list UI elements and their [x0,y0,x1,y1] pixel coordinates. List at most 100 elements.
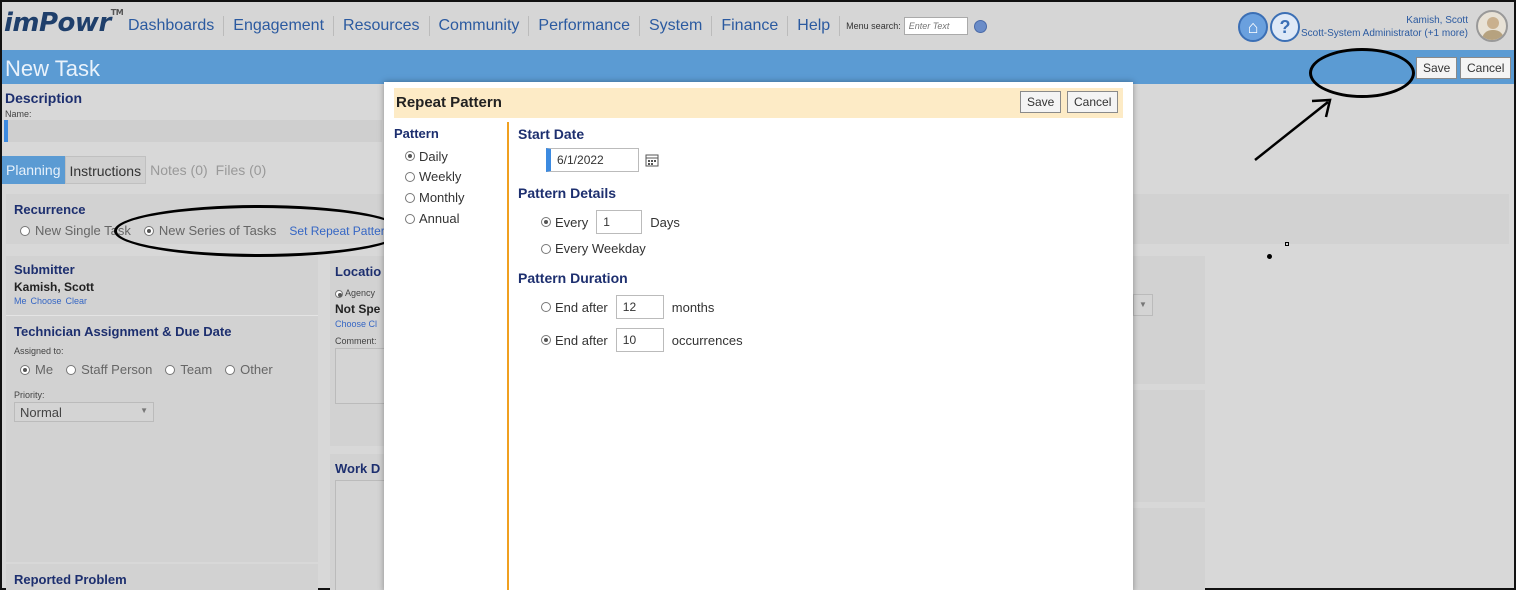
location-choose-link[interactable]: Choose Cl [335,319,377,329]
form-tabs: Planning Instructions Notes (0) Files (0… [2,156,270,184]
pattern-duration-heading: Pattern Duration [518,270,628,286]
every-days-input[interactable]: 1 [596,210,643,234]
radio-assign-staff[interactable] [66,364,77,375]
menu-search-label: Menu search: [846,21,901,31]
end-after-months-input[interactable]: 12 [615,295,664,319]
chevron-down-icon[interactable]: ▼ [1133,294,1153,316]
start-date-input[interactable]: 6/1/2022 [546,148,639,172]
submitter-name: Kamish, Scott [14,280,95,294]
tab-planning[interactable]: Planning [2,156,65,184]
months-label: months [671,299,715,315]
right-panel-1 [1133,256,1205,384]
tab-instructions[interactable]: Instructions [64,156,147,184]
modal-save-button[interactable]: Save [1020,91,1062,113]
save-button[interactable]: Save [1416,57,1458,79]
end-after-months-row: End after 12 months [541,295,714,319]
radio-end-after-months[interactable] [541,302,551,312]
annotation-arrow-icon [1254,98,1332,161]
page-title: New Task [5,56,100,81]
reported-problem-heading: Reported Problem [14,572,127,587]
pattern-details-heading: Pattern Details [518,185,617,201]
name-input[interactable] [4,120,382,142]
location-heading: Locatio [335,264,382,279]
nav-engagement[interactable]: Engagement [224,16,335,36]
assign-me-label: Me [35,362,54,377]
submitter-choose-link[interactable]: Choose [31,296,62,306]
description-heading: Description [5,90,83,106]
every-days-row: Every 1 Days [541,210,680,234]
pattern-options: Daily Weekly Monthly Annual [405,146,465,229]
recurrence-panel-right [1133,194,1509,244]
every-weekday-row[interactable]: Every Weekday [541,241,646,256]
right-panel-2 [1133,390,1205,502]
start-date-heading: Start Date [518,126,585,142]
priority-select[interactable]: Normal ▼ [14,402,154,422]
nav-system[interactable]: System [640,16,713,36]
submitter-heading: Submitter [14,262,75,277]
assigned-to-label: Assigned to: [14,346,64,356]
main-nav: Dashboards Engagement Resources Communit… [126,16,987,36]
pattern-monthly[interactable]: Monthly [405,187,465,208]
radio-annual[interactable] [405,213,415,224]
every-weekday-label: Every Weekday [555,241,646,256]
radio-assign-team[interactable] [165,364,176,375]
every-label: Every [555,214,589,230]
radio-single-task[interactable] [20,225,30,236]
end-after-occurrences-input[interactable]: 10 [615,328,664,352]
pattern-daily[interactable]: Daily [405,146,465,166]
user-name: Kamish, Scott [1406,15,1468,26]
calendar-icon[interactable] [645,153,659,167]
radio-end-after-occurrences[interactable] [541,335,551,345]
nav-dashboards[interactable]: Dashboards [126,16,225,36]
pattern-annual[interactable]: Annual [405,208,465,229]
submitter-me-link[interactable]: Me [14,296,27,306]
help-icon[interactable]: ? [1270,12,1300,42]
tab-notes[interactable]: Notes (0) [146,156,212,184]
days-label: Days [650,214,680,230]
nav-performance[interactable]: Performance [529,16,640,36]
radio-daily[interactable] [405,151,415,161]
user-role: Scott-System Administrator (+1 more) [1301,28,1468,39]
radio-every-days[interactable] [541,217,551,227]
occurrences-label: occurrences [671,332,743,348]
technician-heading: Technician Assignment & Due Date [14,324,232,339]
repeat-pattern-modal [384,82,1133,590]
pattern-weekly[interactable]: Weekly [405,166,465,187]
modal-divider [507,122,509,590]
assign-other-label: Other [240,362,273,377]
modal-header [394,88,1123,118]
modal-title: Repeat Pattern [396,94,502,111]
radio-assign-other[interactable] [225,364,236,375]
priority-value: Normal [20,405,62,420]
menu-search-input[interactable] [903,17,968,35]
user-info[interactable]: Kamish, Scott Scott-System Administrator… [1301,14,1468,40]
radio-weekly[interactable] [405,171,415,182]
nav-community[interactable]: Community [430,16,530,36]
avatar[interactable] [1476,10,1508,42]
home-icon[interactable]: ⌂ [1238,12,1268,42]
radio-every-weekday[interactable] [541,243,551,254]
cancel-button[interactable]: Cancel [1460,57,1512,79]
assign-team-label: Team [180,362,213,377]
modal-cancel-button[interactable]: Cancel [1067,91,1119,113]
submitter-links: Me Choose Clear [14,296,87,306]
end-after-label: End after [555,299,608,315]
search-go-icon[interactable] [973,19,987,33]
submitter-clear-link[interactable]: Clear [66,296,88,306]
work-input[interactable] [335,480,385,590]
nav-help[interactable]: Help [788,16,841,36]
tab-files[interactable]: Files (0) [212,156,271,184]
priority-label: Priority: [14,390,45,400]
stray-dot [1267,254,1272,259]
pattern-heading: Pattern [394,126,439,141]
location-comment-input[interactable] [335,348,385,404]
app-logo[interactable]: imPowrTM [4,8,124,38]
nav-resources[interactable]: Resources [334,16,430,36]
stray-mark [1285,242,1289,246]
nav-finance[interactable]: Finance [712,16,789,36]
annotation-ellipse-save [1309,48,1415,98]
location-value: Not Spe [335,302,381,316]
radio-monthly[interactable] [405,192,415,203]
location-comment-label: Comment: [335,336,377,346]
radio-assign-me[interactable] [20,364,30,375]
